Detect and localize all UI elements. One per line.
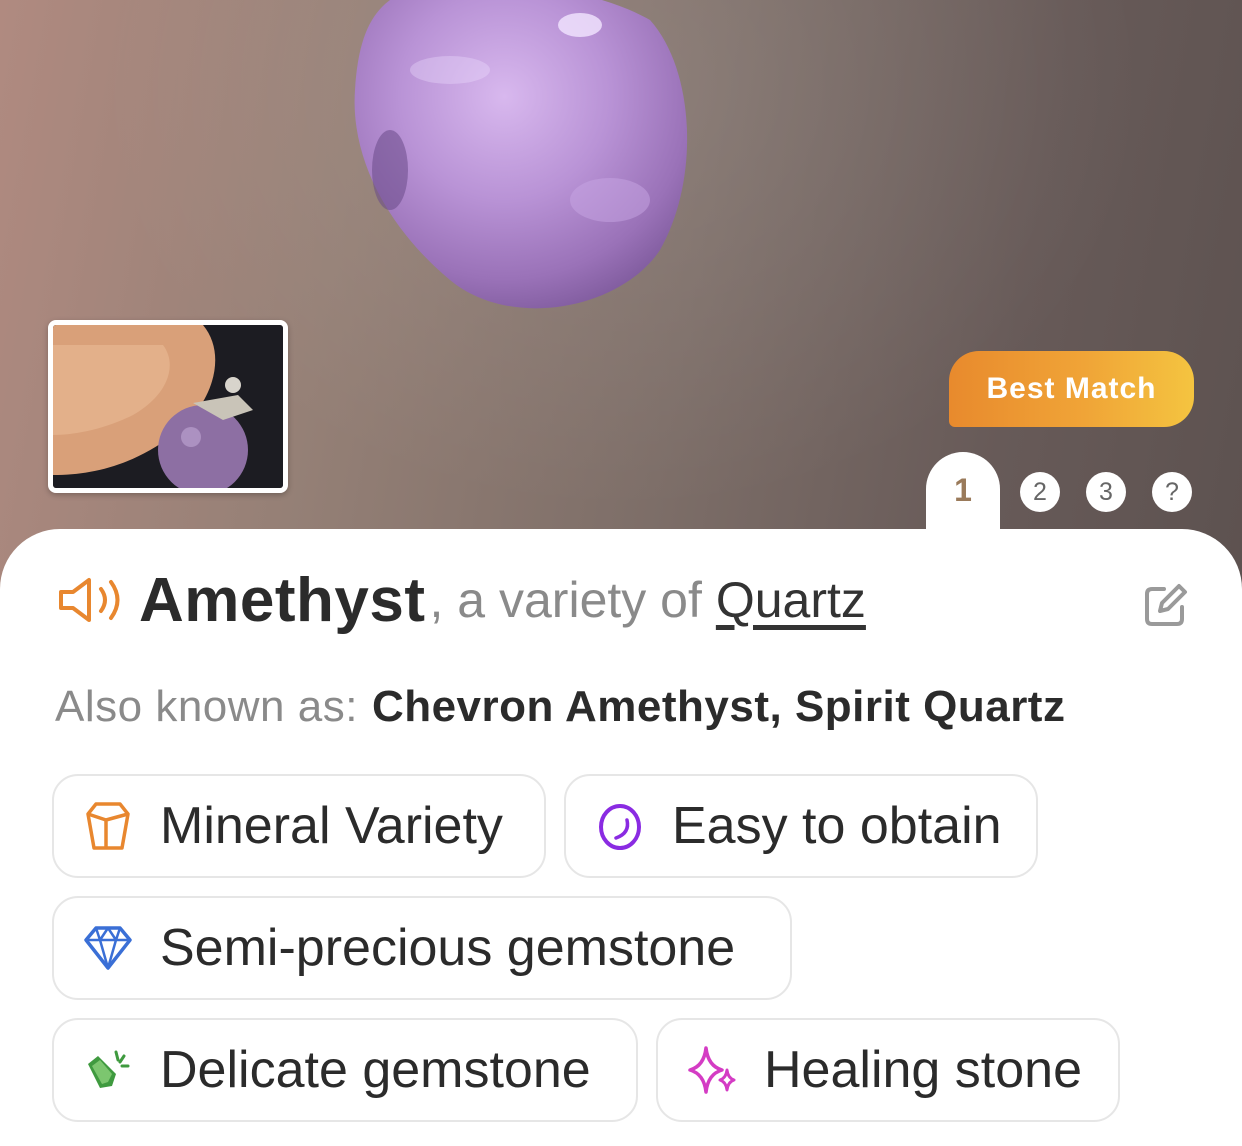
result-tab-1[interactable]: 1 xyxy=(926,452,1000,542)
tag-healing-stone[interactable]: Healing stone xyxy=(656,1018,1120,1122)
amethyst-photo xyxy=(354,0,688,309)
best-match-badge: Best Match xyxy=(949,351,1194,427)
tag-label: Healing stone xyxy=(764,1041,1082,1099)
also-known-as: Also known as: Chevron Amethyst, Spirit Q… xyxy=(55,682,1065,732)
crystal-outline-icon xyxy=(86,802,130,850)
edit-icon[interactable] xyxy=(1142,583,1188,629)
variety-prefix: , a variety of xyxy=(429,572,702,628)
tag-label: Easy to obtain xyxy=(672,797,1002,855)
circle-swirl-icon xyxy=(599,804,641,850)
diamond-icon xyxy=(84,926,132,970)
speaker-icon[interactable] xyxy=(55,575,123,625)
sparkles-icon xyxy=(688,1046,736,1094)
aka-value: Chevron Amethyst, Spirit Quartz xyxy=(371,682,1066,731)
tag-label: Delicate gemstone xyxy=(160,1041,591,1099)
result-tab-2[interactable]: 2 xyxy=(1020,472,1060,512)
result-tab-unknown[interactable]: ? xyxy=(1152,472,1192,512)
tag-label: Semi-precious gemstone xyxy=(160,919,736,977)
tag-easy-to-obtain[interactable]: Easy to obtain xyxy=(564,774,1038,878)
result-tab-3[interactable]: 3 xyxy=(1086,472,1126,512)
variety-link[interactable]: Quartz xyxy=(716,571,866,629)
tag-semi-precious-gemstone[interactable]: Semi-precious gemstone xyxy=(52,896,792,1000)
tag-mineral-variety[interactable]: Mineral Variety xyxy=(52,774,546,878)
aka-label: Also known as: xyxy=(55,682,358,731)
photo-thumbnail[interactable] xyxy=(48,320,288,493)
tag-label: Mineral Variety xyxy=(160,797,503,855)
broken-crystal-icon xyxy=(88,1050,130,1088)
title-row: Amethyst , a variety of Quartz xyxy=(55,560,1195,640)
mineral-name: Amethyst xyxy=(139,565,426,635)
tag-delicate-gemstone[interactable]: Delicate gemstone xyxy=(52,1018,638,1122)
